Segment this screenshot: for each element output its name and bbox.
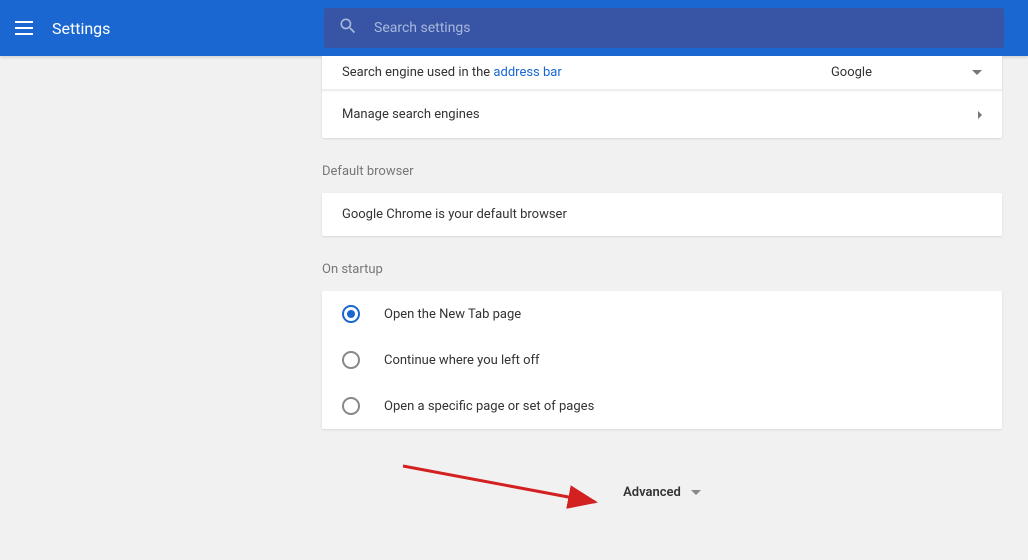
search-box[interactable] <box>324 8 1004 48</box>
manage-search-engines-row[interactable]: Manage search engines <box>322 90 1002 138</box>
startup-heading: On startup <box>322 262 1002 277</box>
search-engine-row[interactable]: Search engine used in the address bar Go… <box>322 56 1002 90</box>
search-engine-selected: Google <box>831 65 872 80</box>
startup-option-continue[interactable]: Continue where you left off <box>322 337 1002 383</box>
address-bar-link[interactable]: address bar <box>493 65 561 80</box>
advanced-label: Advanced <box>623 485 681 500</box>
search-engine-label: Search engine used in the address bar <box>342 65 831 80</box>
search-input[interactable] <box>374 20 990 36</box>
manage-search-engines-label: Manage search engines <box>342 107 978 122</box>
header-bar: Settings <box>0 0 1028 56</box>
default-browser-card: Google Chrome is your default browser <box>322 193 1002 236</box>
default-browser-heading: Default browser <box>322 164 1002 179</box>
chevron-right-icon <box>978 111 982 119</box>
startup-option-specific[interactable]: Open a specific page or set of pages <box>322 383 1002 429</box>
chevron-down-icon <box>691 490 701 495</box>
advanced-toggle[interactable]: Advanced <box>322 453 1002 512</box>
search-icon <box>338 16 358 40</box>
startup-option-newtab[interactable]: Open the New Tab page <box>322 291 1002 337</box>
menu-icon[interactable] <box>12 16 36 40</box>
dropdown-caret-icon[interactable] <box>972 70 982 75</box>
default-browser-status: Google Chrome is your default browser <box>342 207 567 222</box>
startup-card: Open the New Tab page Continue where you… <box>322 291 1002 429</box>
radio-checked-icon[interactable] <box>342 305 360 323</box>
startup-option-label: Open a specific page or set of pages <box>384 399 594 414</box>
settings-content: Search engine used in the address bar Go… <box>322 56 1002 512</box>
radio-unchecked-icon[interactable] <box>342 397 360 415</box>
startup-option-label: Open the New Tab page <box>384 307 521 322</box>
startup-option-label: Continue where you left off <box>384 353 540 368</box>
search-engine-card: Search engine used in the address bar Go… <box>322 56 1002 138</box>
page-title: Settings <box>52 19 110 38</box>
radio-unchecked-icon[interactable] <box>342 351 360 369</box>
